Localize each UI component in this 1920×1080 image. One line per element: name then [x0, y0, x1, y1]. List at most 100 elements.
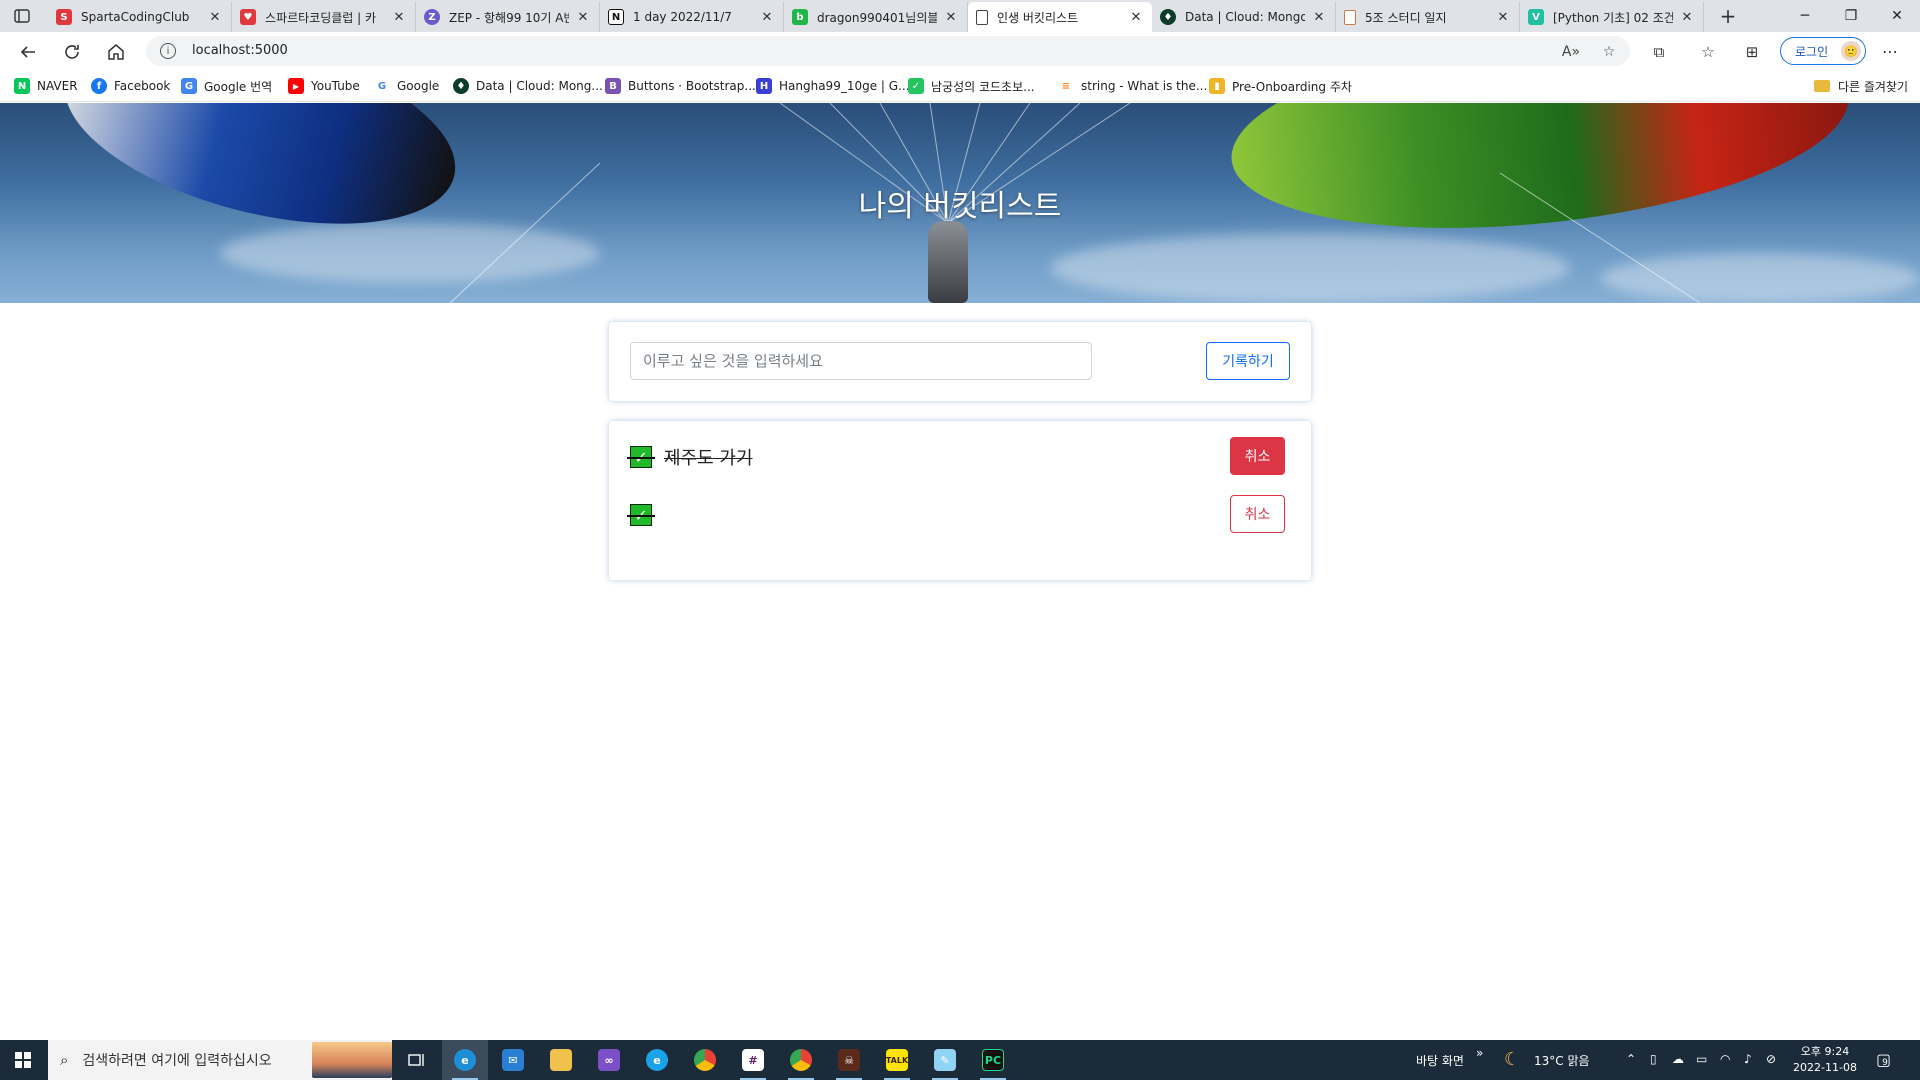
bookmark-label: Google 번역	[204, 79, 273, 94]
desktop-label[interactable]: 바탕 화면	[1416, 1052, 1464, 1069]
close-icon[interactable]: ✕	[575, 9, 591, 25]
chevron-up-icon[interactable]: ⌃	[1626, 1052, 1636, 1066]
bookmark-namgung[interactable]: ✓ 남궁성의 코드초보...	[908, 77, 1035, 95]
taskbar-notepad[interactable]: ✎	[922, 1040, 968, 1080]
bookmarks-bar: N NAVER f Facebook G Google 번역 ▶ YouTube…	[0, 70, 1920, 102]
tray-app-icon[interactable]: ▯	[1650, 1052, 1657, 1066]
tab-bar: S SpartaCodingClub ✕ ♥ 스파르타코딩클럽 | 카 ✕ Z …	[0, 0, 1920, 32]
bookmark-label: Facebook	[114, 79, 171, 93]
save-button[interactable]: 기록하기	[1206, 342, 1290, 380]
clock[interactable]: 오후 9:24 2022-11-08	[1790, 1044, 1860, 1076]
taskbar-slack[interactable]: #	[730, 1040, 776, 1080]
favorites-icon[interactable]: ☆	[1698, 42, 1718, 62]
weather-text[interactable]: 13°C 맑음	[1534, 1052, 1590, 1069]
onedrive-icon[interactable]: ☁	[1672, 1052, 1684, 1066]
battery-icon[interactable]: ▭	[1696, 1052, 1707, 1066]
ime-icon[interactable]: ⊘	[1766, 1052, 1776, 1066]
bookmark-label: string - What is the...	[1081, 79, 1208, 93]
close-icon[interactable]: ✕	[759, 9, 775, 25]
taskbar-pycharm[interactable]: PC	[970, 1040, 1016, 1080]
bucket-input[interactable]	[630, 342, 1092, 380]
new-tab-button[interactable]: +	[1716, 4, 1740, 28]
start-button[interactable]	[0, 1040, 46, 1080]
taskbar-chrome-profile[interactable]	[778, 1040, 824, 1080]
volume-icon[interactable]: ♪	[1744, 1052, 1752, 1066]
taskbar-explorer[interactable]	[538, 1040, 584, 1080]
taskbar-ie[interactable]: e	[634, 1040, 680, 1080]
taskbar-visualstudio[interactable]: ∞	[586, 1040, 632, 1080]
bookmark-google-translate[interactable]: G Google 번역	[181, 77, 272, 95]
item-text: 제주도 가기	[664, 448, 753, 469]
restore-button[interactable]: ❐	[1828, 0, 1874, 32]
taskbar-game[interactable]: ☠	[826, 1040, 872, 1080]
close-window-button[interactable]: ✕	[1874, 0, 1920, 32]
extensions-icon[interactable]: ⧉	[1649, 42, 1669, 62]
chevron-right-icon[interactable]: »	[1476, 1046, 1483, 1060]
login-label: 로그인	[1795, 44, 1829, 59]
mongodb-icon: ♦	[1160, 9, 1176, 25]
search-highlight-image	[312, 1042, 392, 1078]
tab-mongodb[interactable]: ♦ Data | Cloud: MongoD ✕	[1152, 2, 1336, 32]
bookmark-naver[interactable]: N NAVER	[14, 77, 78, 95]
close-icon[interactable]: ✕	[1311, 9, 1327, 25]
close-icon[interactable]: ✕	[1128, 9, 1144, 25]
omnibox[interactable]: i localhost:5000 A» ☆	[146, 36, 1630, 66]
taskbar-chrome[interactable]	[682, 1040, 728, 1080]
close-icon[interactable]: ✕	[1679, 9, 1695, 25]
taskbar-mail[interactable]: ✉	[490, 1040, 536, 1080]
facebook-icon: f	[91, 78, 107, 94]
close-icon[interactable]: ✕	[1495, 9, 1511, 25]
tab-zep[interactable]: Z ZEP - 항해99 10기 A반 ✕	[416, 2, 600, 32]
velog-icon: V	[1528, 9, 1544, 25]
taskbar-edge[interactable]: e	[442, 1040, 488, 1080]
wifi-icon[interactable]: ◠	[1720, 1052, 1730, 1066]
tab-title: 1 day 2022/11/7	[633, 10, 732, 24]
task-view-button[interactable]	[394, 1040, 440, 1080]
stackoverflow-icon: ≡	[1058, 78, 1074, 94]
close-icon[interactable]: ✕	[391, 9, 407, 25]
notification-icon[interactable]: ▢9	[1876, 1050, 1891, 1069]
tab-notion-day[interactable]: N 1 day 2022/11/7 ✕	[600, 2, 784, 32]
cancel-button[interactable]: 취소	[1230, 437, 1285, 475]
url-text[interactable]: localhost:5000	[192, 43, 288, 58]
slack-icon: #	[742, 1049, 764, 1071]
bookmark-facebook[interactable]: f Facebook	[91, 77, 170, 95]
task-view-icon	[408, 1054, 424, 1066]
add-favorite-icon[interactable]: ☆	[1600, 43, 1618, 61]
pycharm-icon: PC	[982, 1049, 1004, 1071]
info-icon[interactable]: i	[160, 43, 176, 59]
tab-bucketlist[interactable]: 인생 버킷리스트 ✕	[968, 2, 1152, 32]
tab-title: Data | Cloud: MongoD	[1185, 10, 1305, 24]
taskbar-search[interactable]: ⌕ 검색하려면 여기에 입력하십시오	[48, 1040, 392, 1080]
tab-python[interactable]: V [Python 기초] 02 조건 ✕	[1520, 2, 1704, 32]
minimize-button[interactable]: ─	[1782, 0, 1828, 32]
bookmark-preonboarding[interactable]: ▮ Pre-Onboarding 주차	[1209, 77, 1352, 95]
back-button[interactable]	[14, 38, 42, 66]
tab-study-log[interactable]: 5조 스터디 일지 ✕	[1336, 2, 1520, 32]
close-icon[interactable]: ✕	[943, 9, 959, 25]
collections-icon[interactable]: ⊞	[1742, 42, 1762, 62]
bookmark-label: Google	[397, 79, 440, 93]
home-button[interactable]	[102, 38, 130, 66]
bookmark-bootstrap[interactable]: B Buttons · Bootstrap...	[605, 77, 756, 95]
other-bookmarks[interactable]: 다른 즐겨찾기	[1813, 77, 1908, 95]
bookmark-google[interactable]: G Google	[374, 77, 439, 95]
tab-sparta-kakao[interactable]: ♥ 스파르타코딩클럽 | 카 ✕	[232, 2, 416, 32]
tab-blog[interactable]: b dragon990401님의블 ✕	[784, 2, 968, 32]
login-button[interactable]: 로그인 🙂	[1780, 37, 1866, 65]
more-menu-icon[interactable]: ⋯	[1882, 42, 1898, 61]
cancel-button[interactable]: 취소	[1230, 495, 1285, 533]
tab-spartacodingclub[interactable]: S SpartaCodingClub ✕	[48, 2, 232, 32]
close-icon[interactable]: ✕	[207, 9, 223, 25]
list-item: ✓ 취소	[627, 493, 1290, 533]
bookmark-hangha99[interactable]: H Hangha99_10ge | G...	[756, 77, 910, 95]
game-icon: ☠	[838, 1049, 860, 1071]
bookmark-stackoverflow[interactable]: ≡ string - What is the...	[1058, 77, 1207, 95]
bookmark-youtube[interactable]: ▶ YouTube	[288, 77, 360, 95]
tab-actions-icon[interactable]	[8, 5, 36, 27]
bookmark-mongodb[interactable]: ♦ Data | Cloud: Mong...	[453, 77, 603, 95]
read-aloud-icon[interactable]: A»	[1562, 43, 1580, 61]
home-icon	[108, 44, 124, 60]
refresh-button[interactable]	[58, 38, 86, 66]
taskbar-kakaotalk[interactable]: TALK	[874, 1040, 920, 1080]
